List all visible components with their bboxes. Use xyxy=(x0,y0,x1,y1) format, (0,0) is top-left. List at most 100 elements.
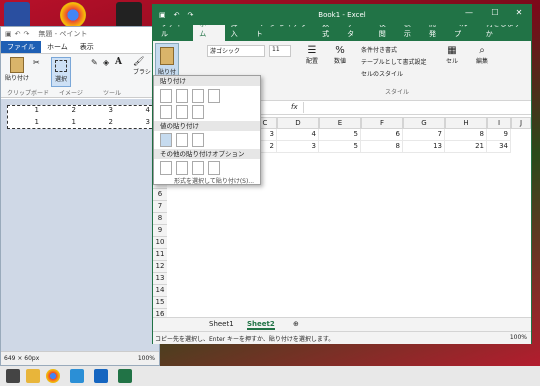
editing-button[interactable]: ⌕ 編集 xyxy=(471,45,493,65)
paint-paste-button[interactable]: 貼り付け xyxy=(5,57,29,85)
pencil-icon[interactable]: ✎ xyxy=(91,58,98,67)
paste-special-item[interactable]: 形式を選択して貼り付け(S)... xyxy=(174,176,254,185)
maximize-button[interactable]: ☐ xyxy=(489,8,501,17)
row-header[interactable]: 9 xyxy=(153,225,167,237)
paste-option-icon[interactable] xyxy=(160,89,172,103)
group-label-styles: スタイル xyxy=(385,89,410,96)
paste-option-icon[interactable] xyxy=(208,161,220,175)
row-header[interactable]: 10 xyxy=(153,237,167,249)
paint-tab-view[interactable]: 表示 xyxy=(74,41,100,53)
cell[interactable]: 13 xyxy=(403,141,445,153)
brush-icon: 🖌 xyxy=(133,57,145,67)
row-header[interactable]: 11 xyxy=(153,249,167,261)
paste-option-icon[interactable] xyxy=(192,133,204,147)
paint-tab-home[interactable]: ホーム xyxy=(41,41,74,53)
column-header[interactable]: J xyxy=(511,117,531,129)
group-label-tools: ツール xyxy=(103,90,122,97)
close-button[interactable]: ✕ xyxy=(513,8,525,17)
excel-icon[interactable] xyxy=(118,369,132,383)
undo-icon[interactable]: ↶ xyxy=(15,30,21,38)
number-button[interactable]: % 数値 xyxy=(329,45,351,65)
paste-option-icon[interactable] xyxy=(176,89,188,103)
excel-titlebar: ▣ ↶ ↷ Book1 - Excel — ☐ ✕ xyxy=(153,5,531,25)
cell[interactable]: 9 xyxy=(487,129,511,141)
paint-statusbar: 649 × 60px 100% xyxy=(1,351,159,365)
paste-option-icon[interactable] xyxy=(192,105,204,119)
paint-canvas-area[interactable]: 1 2 3 4 1 1 2 3 xyxy=(1,99,159,351)
cells-button[interactable]: ▦ セル xyxy=(441,45,463,65)
status-message: コピー先を選択し、Enter キーを押すか、貼り付けを選択します。 xyxy=(155,336,335,343)
group-label-image: イメージ xyxy=(59,90,83,97)
format-as-table-button[interactable]: テーブルとして書式設定 xyxy=(361,57,426,66)
row-header[interactable]: 8 xyxy=(153,213,167,225)
zoom-level: 100% xyxy=(509,334,527,341)
paste-option-icon[interactable] xyxy=(176,133,188,147)
scissors-icon[interactable]: ✂ xyxy=(33,58,40,67)
clipboard-icon xyxy=(10,57,24,73)
column-header[interactable]: I xyxy=(487,117,511,129)
paint-title: 無題 - ペイント xyxy=(38,30,88,38)
column-header[interactable]: F xyxy=(361,117,403,129)
paint-select-button[interactable]: 選択 xyxy=(51,57,71,87)
cell[interactable]: 5 xyxy=(319,129,361,141)
cell-styles-button[interactable]: セルのスタイル xyxy=(361,69,403,78)
paste-option-icon[interactable] xyxy=(160,161,172,175)
cell[interactable]: 34 xyxy=(487,141,511,153)
column-header[interactable]: D xyxy=(277,117,319,129)
outlook-icon[interactable] xyxy=(94,369,108,383)
cell[interactable]: 21 xyxy=(445,141,487,153)
paint-tab-file[interactable]: ファイル xyxy=(1,41,41,53)
sheet-tab-1[interactable]: Sheet1 xyxy=(209,320,234,328)
desktop-app-icon-2[interactable] xyxy=(116,2,142,28)
redo-icon[interactable]: ↷ xyxy=(24,30,30,38)
save-icon[interactable]: ▣ xyxy=(5,30,12,38)
column-header[interactable]: H xyxy=(445,117,487,129)
column-header[interactable]: G xyxy=(403,117,445,129)
cell[interactable]: 3 xyxy=(277,141,319,153)
row-header[interactable]: 14 xyxy=(153,285,167,297)
font-name-select[interactable]: 游ゴシック xyxy=(207,45,265,57)
conditional-format-button[interactable]: 条件付き書式 xyxy=(361,45,397,54)
paint-tabs: ファイル ホーム 表示 xyxy=(1,41,159,54)
fill-icon[interactable]: ◈ xyxy=(103,58,109,67)
add-sheet-icon[interactable]: ⊕ xyxy=(293,320,299,328)
row-header[interactable]: 6 xyxy=(153,189,167,201)
excel-statusbar: コピー先を選択し、Enter キーを押すか、貼り付けを選択します。 100% xyxy=(153,331,531,344)
cell[interactable]: 6 xyxy=(361,129,403,141)
paint-image[interactable]: 1 2 3 4 1 1 2 3 xyxy=(7,105,157,129)
paste-option-icon[interactable] xyxy=(176,161,188,175)
clipboard-icon xyxy=(160,47,174,65)
paste-values-header: 値の貼り付け xyxy=(154,121,260,131)
paste-option-icon[interactable] xyxy=(160,105,172,119)
other-paste-header: その他の貼り付けオプション xyxy=(154,149,260,159)
text-icon[interactable]: A xyxy=(115,57,122,67)
row-header[interactable]: 12 xyxy=(153,261,167,273)
cell[interactable]: 4 xyxy=(277,129,319,141)
minimize-button[interactable]: — xyxy=(463,8,475,17)
file-explorer-icon[interactable] xyxy=(26,369,40,383)
row-header[interactable]: 13 xyxy=(153,273,167,285)
chrome-icon[interactable] xyxy=(46,369,60,383)
paste-option-icon[interactable] xyxy=(192,161,204,175)
paste-option-icon[interactable] xyxy=(176,105,188,119)
cell[interactable]: 8 xyxy=(361,141,403,153)
paste-option-icon[interactable] xyxy=(208,89,220,103)
cell[interactable]: 5 xyxy=(319,141,361,153)
font-size-select[interactable]: 11 xyxy=(269,45,291,57)
paste-option-icon[interactable] xyxy=(192,89,204,103)
row-header[interactable]: 15 xyxy=(153,297,167,309)
cell[interactable]: 8 xyxy=(445,129,487,141)
paint-brush-button[interactable]: 🖌 ブラシ xyxy=(133,57,151,76)
paint-ribbon: 貼り付け ✂ 選択 ✎ ◈ A 🖌 ブラシ クリップボード イメージ ツール xyxy=(1,54,159,98)
cell[interactable]: 7 xyxy=(403,129,445,141)
align-button[interactable]: ☰ 配置 xyxy=(301,45,323,65)
chrome-desktop-icon[interactable] xyxy=(60,2,86,28)
start-button-icon[interactable] xyxy=(6,369,20,383)
desktop-app-icon-1[interactable] xyxy=(4,2,30,28)
sheet-tab-2[interactable]: Sheet2 xyxy=(247,320,275,330)
row-header[interactable]: 7 xyxy=(153,201,167,213)
formula-input[interactable] xyxy=(303,102,527,113)
edge-icon[interactable] xyxy=(70,369,84,383)
column-header[interactable]: E xyxy=(319,117,361,129)
paste-values-icon[interactable] xyxy=(160,133,172,147)
